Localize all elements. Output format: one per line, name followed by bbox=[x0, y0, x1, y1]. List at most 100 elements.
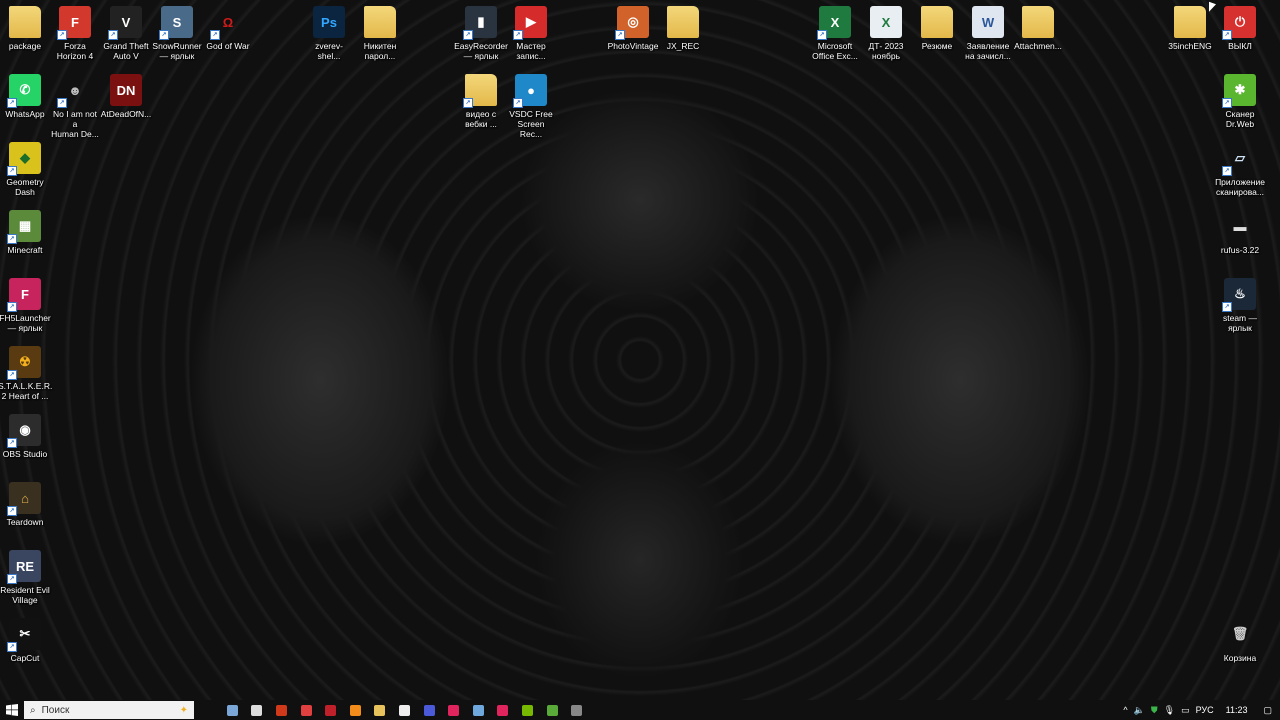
desktop-icon[interactable]: ◉ ↗ OBS Studio bbox=[0, 414, 50, 459]
desktop-icon[interactable]: ▱ ↗ Приложение сканирова... bbox=[1215, 142, 1265, 197]
shortcut-arrow-icon: ↗ bbox=[7, 506, 17, 516]
taskbar-ivi[interactable] bbox=[441, 700, 466, 720]
desktop-icon[interactable]: 🗑 Корзина bbox=[1215, 618, 1265, 663]
taskbar-steam-client[interactable] bbox=[564, 700, 589, 720]
taskbar-red-app[interactable] bbox=[491, 700, 516, 720]
desktop-icon[interactable]: ▦ ↗ Minecraft bbox=[0, 210, 50, 255]
desktop-icon[interactable]: F ↗ FH5Launcher — ярлык bbox=[0, 278, 51, 333]
desktop-icon[interactable]: 35inchENG bbox=[1165, 6, 1215, 51]
desktop-icon[interactable]: DN AtDeadOfN... bbox=[101, 74, 151, 119]
app-icon: ☻ ↗ bbox=[57, 74, 91, 108]
desktop-icon-label: Microsoft Office Exc... bbox=[812, 41, 858, 61]
microphone-icon[interactable]: 🎙 bbox=[1164, 705, 1175, 716]
desktop-icon[interactable]: ◆ ↗ Geometry Dash bbox=[0, 142, 50, 197]
desktop-icon[interactable]: ⏻ ↗ ВЫКЛ bbox=[1215, 6, 1265, 51]
file-explorer-icon bbox=[374, 704, 386, 716]
desktop-icon[interactable]: X ДТ- 2023 ноябрь bbox=[861, 6, 911, 61]
taskbar-utorrent[interactable] bbox=[540, 700, 565, 720]
taskbar-game-app[interactable] bbox=[269, 700, 294, 720]
clock[interactable]: 11:23 bbox=[1226, 705, 1248, 715]
desktop: package F ↗ Forza Horizon 4 V ↗ Grand Theft Au… bbox=[0, 0, 1280, 700]
shortcut-arrow-icon: ↗ bbox=[7, 98, 17, 108]
notepad-icon bbox=[472, 704, 484, 716]
desktop-icon-label: steam — ярлык bbox=[1222, 313, 1257, 333]
shortcut-arrow-icon: ↗ bbox=[57, 30, 67, 40]
desktop-icon[interactable]: ♨ ↗ steam — ярлык bbox=[1215, 278, 1265, 333]
taskbar-aida64[interactable] bbox=[318, 700, 343, 720]
language-indicator[interactable]: РУС bbox=[1196, 705, 1214, 715]
taskbar-user-app[interactable] bbox=[220, 700, 245, 720]
desktop-icon[interactable]: ● ↗ VSDC Free Screen Rec... bbox=[506, 74, 556, 139]
app-icon: ▦ ↗ bbox=[7, 210, 41, 244]
taskbar-task-view[interactable] bbox=[245, 700, 270, 720]
taskbar-nvidia[interactable] bbox=[515, 700, 540, 720]
app-icon: ☢ ↗ bbox=[7, 346, 41, 380]
desktop-icon[interactable]: ☻ ↗ No I am not a Human De... bbox=[50, 74, 100, 140]
desktop-icon[interactable]: X ↗ Microsoft Office Exc... bbox=[810, 6, 860, 61]
taskbar-settings[interactable] bbox=[392, 700, 417, 720]
search-highlight-icon: ✦ bbox=[179, 704, 188, 716]
app-icon: F ↗ bbox=[7, 278, 41, 312]
zona-icon bbox=[423, 704, 435, 716]
desktop-icon[interactable]: ▶ ↗ Мастер запис... bbox=[506, 6, 556, 61]
shortcut-arrow-icon: ↗ bbox=[57, 98, 67, 108]
desktop-icon[interactable]: JX_REC bbox=[658, 6, 708, 51]
app-icon: ◉ ↗ bbox=[7, 414, 41, 448]
desktop-icon-label: ВЫКЛ bbox=[1228, 41, 1252, 51]
shortcut-arrow-icon: ↗ bbox=[7, 234, 17, 244]
folder-icon bbox=[1022, 6, 1054, 38]
desktop-icon[interactable]: RE ↗ Resident Evil Village bbox=[0, 550, 50, 605]
steam-client-icon bbox=[571, 704, 583, 716]
desktop-icon[interactable]: ☢ ↗ S.T.A.L.K.E.R. 2 Heart of ... bbox=[0, 346, 53, 401]
taskbar-firefox[interactable] bbox=[343, 700, 368, 720]
desktop-icon[interactable]: Резюме bbox=[912, 6, 962, 51]
desktop-icon-label: S.T.A.L.K.E.R. 2 Heart of ... bbox=[0, 381, 53, 401]
app-icon: DN bbox=[110, 74, 142, 106]
taskbar-yandex-browser[interactable] bbox=[294, 700, 319, 720]
desktop-icon[interactable]: ✱ ↗ Сканер Dr.Web bbox=[1215, 74, 1265, 129]
desktop-icon[interactable]: Ps zverev-shel... bbox=[304, 6, 354, 61]
shortcut-arrow-icon: ↗ bbox=[1222, 98, 1232, 108]
desktop-icon-label: Никитен парол... bbox=[363, 41, 397, 61]
desktop-icon[interactable]: ✆ ↗ WhatsApp bbox=[0, 74, 50, 119]
desktop-icon[interactable]: Attachmen... bbox=[1013, 6, 1063, 51]
shortcut-arrow-icon: ↗ bbox=[159, 30, 169, 40]
desktop-icon[interactable]: ▬ rufus-3.22 bbox=[1215, 210, 1265, 256]
desktop-icon-label: Resident Evil Village bbox=[0, 585, 50, 605]
utorrent-icon bbox=[546, 704, 558, 716]
volume-icon[interactable]: 🔈 bbox=[1134, 705, 1145, 716]
desktop-icon[interactable]: ▮ ↗ EasyRecorder — ярлык bbox=[454, 6, 508, 61]
shortcut-arrow-icon: ↗ bbox=[817, 30, 827, 40]
aida64-icon bbox=[325, 704, 337, 716]
security-icon[interactable]: ⛊ bbox=[1151, 705, 1158, 716]
app-icon: ✂ ↗ bbox=[7, 618, 41, 652]
desktop-icon[interactable]: ↗ видео с вебки ... bbox=[456, 74, 506, 129]
app-icon: ♨ ↗ bbox=[1222, 278, 1256, 312]
app-icon: ▮ ↗ bbox=[463, 6, 497, 40]
desktop-icon[interactable]: ✂ ↗ CapCut bbox=[0, 618, 50, 663]
desktop-icon[interactable]: package bbox=[0, 6, 50, 51]
search-box[interactable]: ⌕ Поиск ✦ bbox=[24, 701, 194, 719]
desktop-icon[interactable]: Никитен парол... bbox=[355, 6, 405, 61]
taskbar-zona[interactable] bbox=[417, 700, 442, 720]
taskbar-notepad[interactable] bbox=[466, 700, 491, 720]
notifications-icon[interactable]: ▢ bbox=[1263, 705, 1272, 716]
desktop-icon[interactable]: Ω ↗ God of War bbox=[203, 6, 253, 52]
desktop-icon[interactable]: W Заявление на зачисл... bbox=[963, 6, 1013, 61]
desktop-icon[interactable]: S ↗ SnowRunner — ярлык bbox=[152, 6, 202, 61]
desktop-icon[interactable]: ◎ ↗ PhotoVintage bbox=[608, 6, 658, 51]
network-icon[interactable]: ▭ bbox=[1181, 705, 1190, 716]
show-hidden-icons-button[interactable]: ^ bbox=[1123, 705, 1127, 715]
desktop-icon[interactable]: ⌂ ↗ Teardown bbox=[0, 482, 50, 527]
start-button[interactable] bbox=[0, 700, 24, 720]
app-icon: ◎ ↗ bbox=[615, 6, 649, 40]
red-app-icon bbox=[497, 704, 509, 716]
shortcut-arrow-icon: ↗ bbox=[210, 30, 220, 40]
desktop-icon-label: Minecraft bbox=[7, 245, 43, 255]
desktop-icon[interactable]: V ↗ Grand Theft Auto V bbox=[101, 6, 151, 61]
taskbar-file-explorer[interactable] bbox=[368, 700, 393, 720]
desktop-icon[interactable]: F ↗ Forza Horizon 4 bbox=[50, 6, 100, 61]
task-view-icon bbox=[251, 704, 263, 716]
app-icon: ◆ ↗ bbox=[7, 142, 41, 176]
app-icon: V ↗ bbox=[108, 6, 142, 40]
